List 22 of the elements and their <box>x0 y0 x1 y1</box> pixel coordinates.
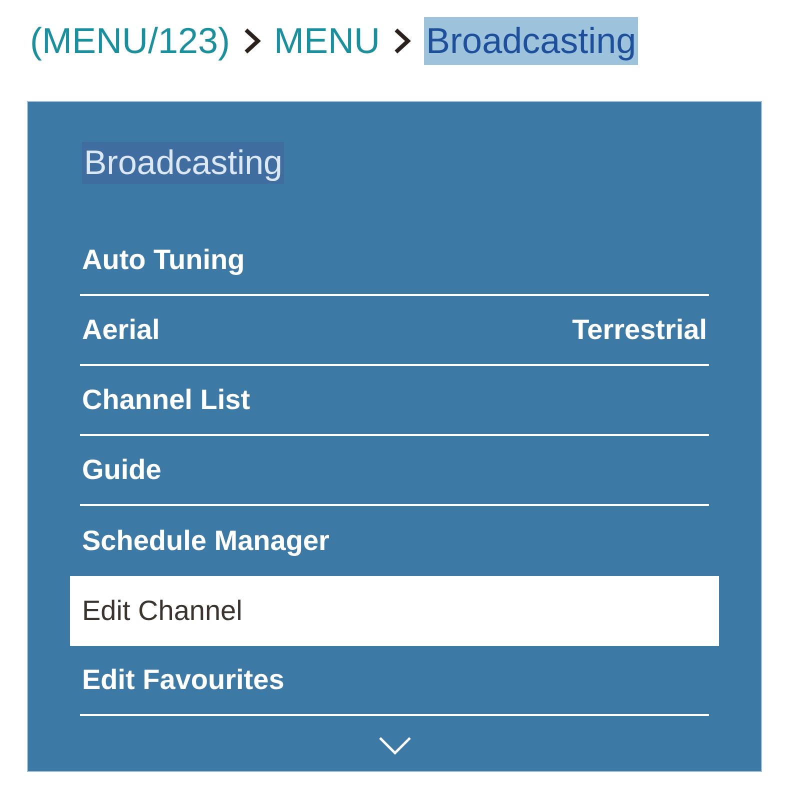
item-label: Channel List <box>82 383 250 417</box>
breadcrumb-item[interactable]: Broadcasting <box>424 17 638 65</box>
chevron-right-icon <box>392 26 412 56</box>
settings-option[interactable]: Schedule Manager <box>80 506 709 576</box>
settings-option[interactable]: Channel List <box>80 366 709 436</box>
item-label: Schedule Manager <box>82 524 330 558</box>
item-label: Guide <box>82 453 162 487</box>
item-label: Aerial <box>82 313 160 347</box>
item-value: Terrestrial <box>572 313 707 347</box>
item-label: Edit Favourites <box>82 663 284 697</box>
chevron-right-icon <box>242 26 262 56</box>
breadcrumb-item[interactable]: (MENU/123) <box>30 17 230 65</box>
settings-option[interactable]: Auto Tuning <box>80 226 709 296</box>
menu-title: Broadcasting <box>82 142 284 184</box>
settings-option[interactable]: Edit Channel <box>70 576 719 646</box>
settings-option[interactable]: Guide <box>80 436 709 506</box>
settings-option[interactable]: Edit Favourites <box>80 646 709 716</box>
breadcrumb-item[interactable]: MENU <box>274 17 380 65</box>
chevron-down-icon[interactable] <box>378 736 412 756</box>
item-label: Auto Tuning <box>82 243 245 277</box>
settings-option[interactable]: Aerial Terrestrial <box>80 296 709 366</box>
item-label: Edit Channel <box>82 594 242 628</box>
